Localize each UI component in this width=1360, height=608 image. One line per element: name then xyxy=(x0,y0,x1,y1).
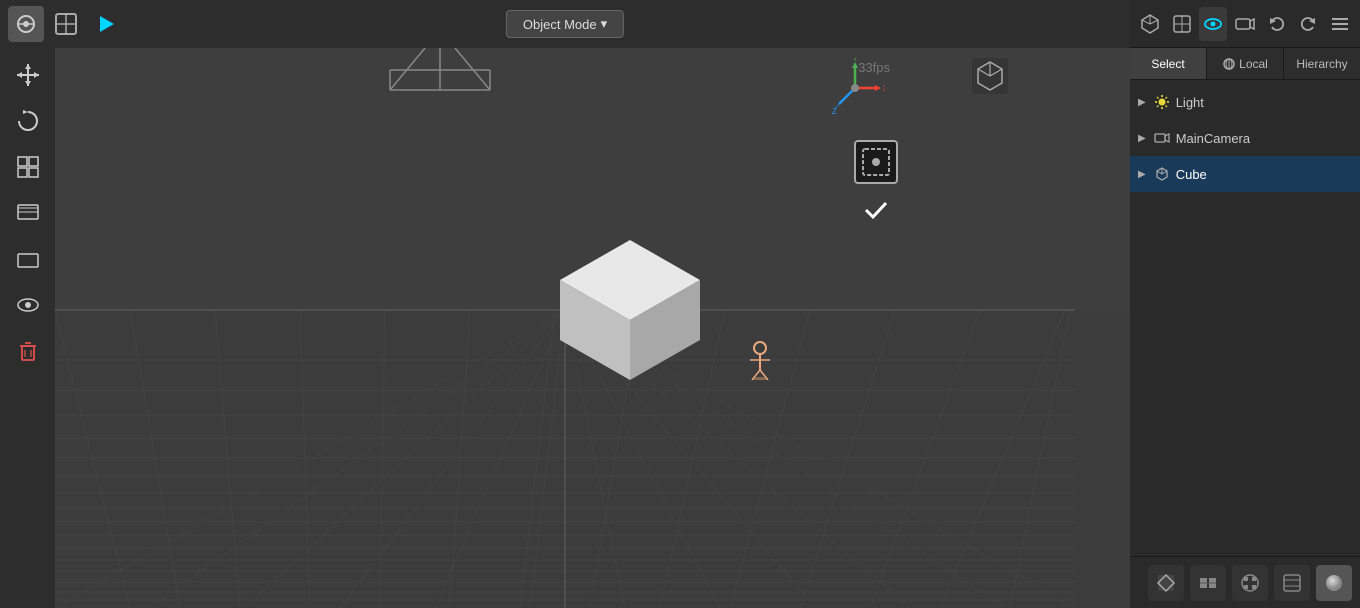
layer-tool-btn[interactable] xyxy=(9,194,47,232)
visibility-btn[interactable] xyxy=(1199,7,1227,41)
shading-solid-btn[interactable] xyxy=(1190,565,1226,601)
right-icon-bar xyxy=(1130,0,1360,48)
hamburger-menu-btn[interactable] xyxy=(1326,7,1354,41)
context-bar: Select Local Hierarchy xyxy=(1130,48,1360,80)
cube-hierarchy-icon xyxy=(1154,166,1170,182)
perspective-toggle[interactable] xyxy=(970,56,1010,101)
shading-wireframe-btn[interactable] xyxy=(1148,565,1184,601)
light-arrow: ▶ xyxy=(1138,97,1146,108)
light-label: Light xyxy=(1176,95,1204,110)
redo-btn[interactable] xyxy=(1295,7,1323,41)
undo-btn[interactable] xyxy=(1263,7,1291,41)
hierarchy-list: ▶ Light ▶ MainCamera ▶ xyxy=(1130,80,1360,556)
selection-mode-icon[interactable] xyxy=(854,140,898,184)
maincamera-label: MainCamera xyxy=(1176,131,1250,146)
camera-view-btn[interactable] xyxy=(1231,7,1259,41)
move-tool-btn[interactable] xyxy=(9,56,47,94)
right-panel: Select Local Hierarchy ▶ xyxy=(1130,0,1360,608)
view-tool-btn[interactable] xyxy=(9,286,47,324)
sphere-preview-btn[interactable] xyxy=(1316,565,1352,601)
cube-arrow: ▶ xyxy=(1138,169,1146,180)
origin-marker xyxy=(745,340,775,386)
persp-cube-btn[interactable] xyxy=(1168,7,1196,41)
camera-arrow: ▶ xyxy=(1138,133,1146,144)
hierarchy-item-light[interactable]: ▶ Light xyxy=(1130,84,1360,120)
camera-hierarchy-icon xyxy=(1154,130,1170,146)
local-label: Local xyxy=(1239,57,1268,71)
svg-text:Z: Z xyxy=(832,107,837,116)
svg-text:Y: Y xyxy=(852,58,858,63)
blender-logo-btn[interactable] xyxy=(8,6,44,42)
wireframe-btn[interactable] xyxy=(48,6,84,42)
hierarchy-item-maincamera[interactable]: ▶ MainCamera xyxy=(1130,120,1360,156)
top-toolbar: Object Mode ▾ xyxy=(0,0,1130,48)
object-mode-button[interactable]: Object Mode ▾ xyxy=(506,10,624,38)
hierarchy-btn[interactable]: Hierarchy xyxy=(1284,48,1360,79)
svg-text:X: X xyxy=(883,84,885,93)
checkmark-icon[interactable] xyxy=(854,188,898,232)
object-mode-label: Object Mode xyxy=(523,17,597,32)
light-icon xyxy=(1154,94,1170,110)
scene-gizmo-btn[interactable] xyxy=(1136,7,1164,41)
select-btn[interactable]: Select xyxy=(1130,48,1207,79)
cube-label: Cube xyxy=(1176,167,1207,182)
3d-viewport[interactable]: Object Mode ▾ xyxy=(0,0,1130,608)
3d-cube xyxy=(540,220,720,400)
shading-rendered-btn[interactable] xyxy=(1274,565,1310,601)
bottom-right-toolbar xyxy=(1130,556,1360,608)
layer2-tool-btn[interactable] xyxy=(9,240,47,278)
local-btn[interactable]: Local xyxy=(1207,48,1284,79)
left-toolbar xyxy=(0,48,55,608)
transform-tool-btn[interactable] xyxy=(9,148,47,186)
3d-gizmo[interactable]: Y X Z xyxy=(825,58,885,118)
dropdown-arrow: ▾ xyxy=(601,16,608,32)
delete-tool-btn[interactable] xyxy=(9,332,47,370)
play-btn[interactable] xyxy=(88,6,124,42)
hierarchy-item-cube[interactable]: ▶ Cube xyxy=(1130,156,1360,192)
shading-material-btn[interactable] xyxy=(1232,565,1268,601)
rotate-tool-btn[interactable] xyxy=(9,102,47,140)
